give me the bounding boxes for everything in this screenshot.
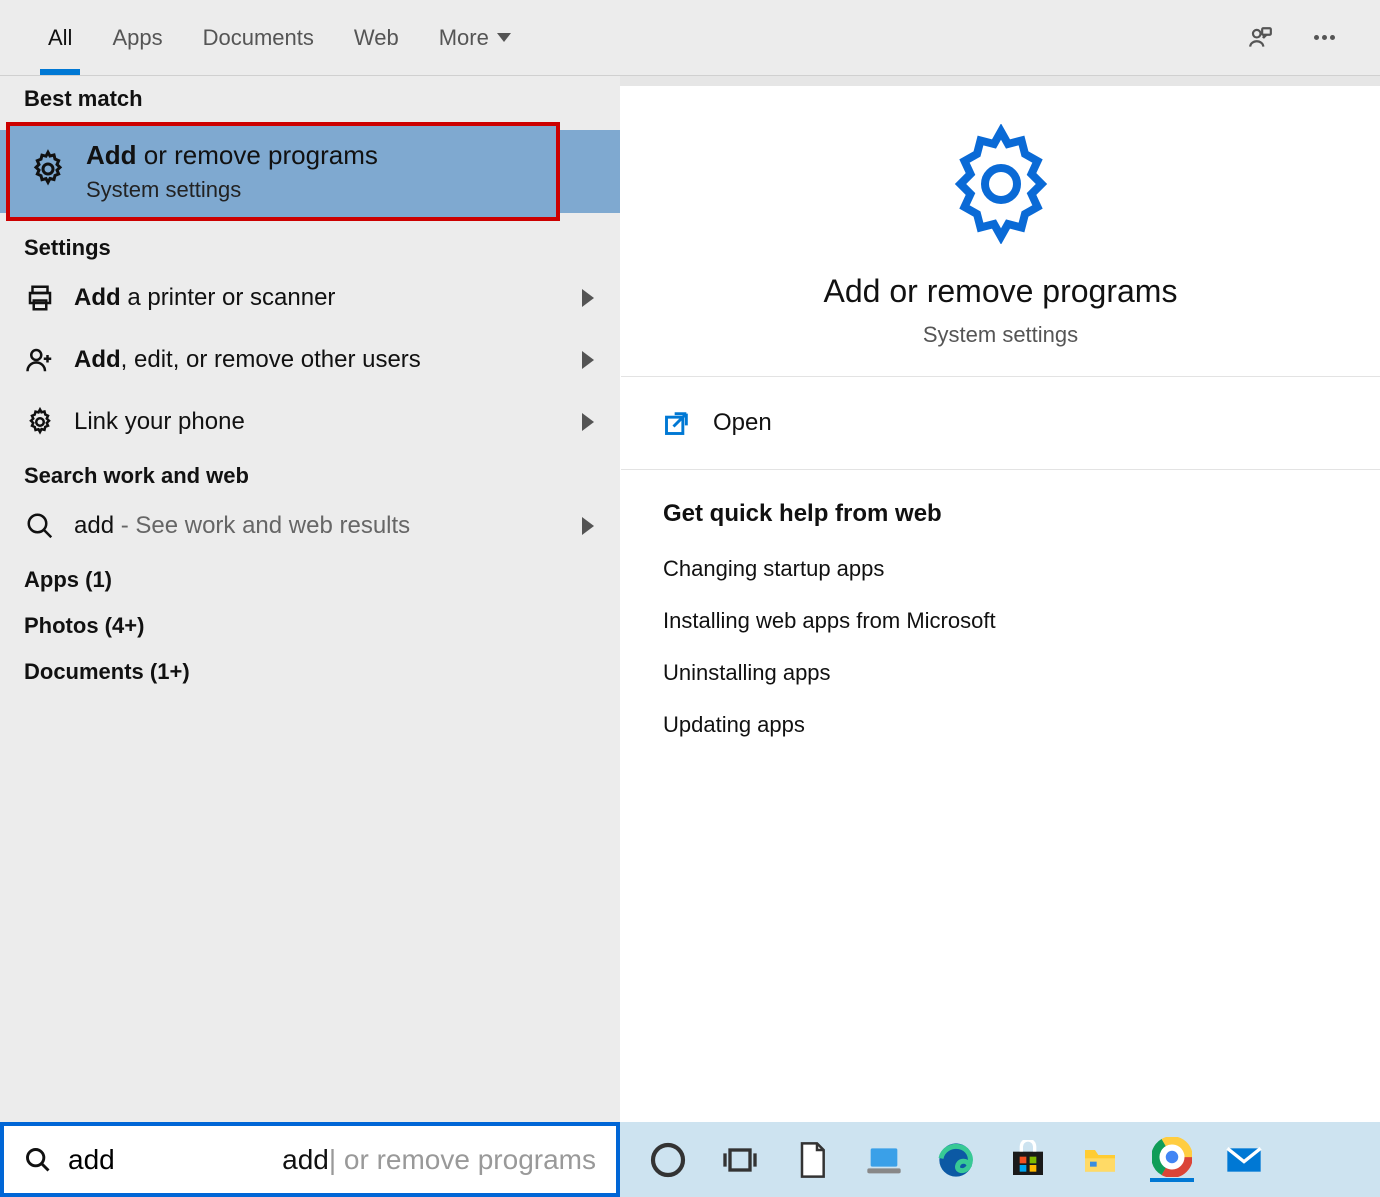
section-best-match: Best match (0, 76, 620, 118)
taskbar-taskview[interactable] (718, 1138, 762, 1182)
taskbar-app-store[interactable] (1006, 1138, 1050, 1182)
user-plus-icon (24, 345, 56, 375)
section-search-web: Search work and web (0, 453, 620, 495)
taskbar: add| or remove programs (0, 1122, 1380, 1197)
document-icon (792, 1140, 832, 1180)
tab-all-label: All (48, 25, 72, 51)
taskbar-app-document[interactable] (790, 1138, 834, 1182)
taskbar-app-laptop[interactable] (862, 1138, 906, 1182)
tab-more-label: More (439, 25, 489, 51)
chevron-right-icon (582, 289, 594, 307)
taskbar-app-chrome[interactable] (1150, 1138, 1194, 1182)
taskbar-app-edge[interactable] (934, 1138, 978, 1182)
gear-icon (24, 407, 56, 437)
open-label: Open (713, 409, 772, 437)
mail-icon (1224, 1140, 1264, 1180)
help-link[interactable]: Uninstalling apps (663, 660, 1338, 686)
tab-documents[interactable]: Documents (183, 0, 334, 75)
edge-icon (936, 1140, 976, 1180)
results-panel: Best match Add or remove programs System… (0, 76, 620, 1122)
taskbar-cortana[interactable] (646, 1138, 690, 1182)
tab-more[interactable]: More (419, 0, 531, 75)
tab-all[interactable]: All (28, 0, 92, 75)
taskbar-app-explorer[interactable] (1078, 1138, 1122, 1182)
laptop-icon (864, 1140, 904, 1180)
tab-documents-label: Documents (203, 25, 314, 51)
chevron-right-icon (582, 351, 594, 369)
more-dots-icon (1314, 35, 1335, 40)
settings-result-label: Add a printer or scanner (74, 284, 335, 312)
chrome-icon (1152, 1137, 1192, 1177)
tab-web-label: Web (354, 25, 399, 51)
feedback-person-icon (1247, 25, 1273, 51)
settings-result-link-phone[interactable]: Link your phone (0, 391, 620, 453)
quick-help-header: Get quick help from web (663, 500, 1338, 528)
section-settings: Settings (0, 225, 620, 267)
search-filter-tabs: All Apps Documents Web More (0, 0, 1380, 76)
help-link[interactable]: Updating apps (663, 712, 1338, 738)
chevron-down-icon (497, 33, 511, 42)
settings-result-add-printer[interactable]: Add a printer or scanner (0, 267, 620, 329)
more-options-button[interactable] (1304, 18, 1344, 58)
tab-apps-label: Apps (112, 25, 162, 51)
section-apps-count[interactable]: Apps (1) (0, 557, 620, 603)
best-match-subtitle: System settings (86, 177, 378, 203)
open-external-icon (663, 409, 691, 437)
feedback-button[interactable] (1240, 18, 1280, 58)
store-icon (1008, 1140, 1048, 1180)
taskbar-app-mail[interactable] (1222, 1138, 1266, 1182)
help-link[interactable]: Changing startup apps (663, 556, 1338, 582)
preview-subtitle: System settings (923, 322, 1078, 348)
gear-icon (941, 124, 1061, 249)
taskbar-search[interactable]: add| or remove programs (0, 1122, 620, 1197)
best-match-result[interactable]: Add or remove programs System settings (8, 124, 558, 219)
settings-result-add-users[interactable]: Add, edit, or remove other users (0, 329, 620, 391)
gear-icon (28, 149, 68, 194)
chevron-right-icon (582, 413, 594, 431)
tab-apps[interactable]: Apps (92, 0, 182, 75)
cortana-icon (648, 1140, 688, 1180)
section-documents-count[interactable]: Documents (1+) (0, 649, 620, 695)
printer-icon (24, 283, 56, 313)
folder-icon (1080, 1140, 1120, 1180)
settings-result-label: Add, edit, or remove other users (74, 346, 421, 374)
help-link[interactable]: Installing web apps from Microsoft (663, 608, 1338, 634)
web-result-label: add - See work and web results (74, 512, 410, 540)
preview-panel: Add or remove programs System settings O… (620, 86, 1380, 1122)
tab-web[interactable]: Web (334, 0, 419, 75)
open-action[interactable]: Open (621, 377, 1380, 470)
section-photos-count[interactable]: Photos (4+) (0, 603, 620, 649)
preview-title: Add or remove programs (824, 273, 1178, 310)
search-icon (24, 511, 56, 541)
settings-result-label: Link your phone (74, 408, 245, 436)
chevron-right-icon (582, 517, 594, 535)
search-icon (24, 1146, 52, 1174)
taskview-icon (720, 1140, 760, 1180)
best-match-title: Add or remove programs (86, 140, 378, 171)
web-result-add[interactable]: add - See work and web results (0, 495, 620, 557)
